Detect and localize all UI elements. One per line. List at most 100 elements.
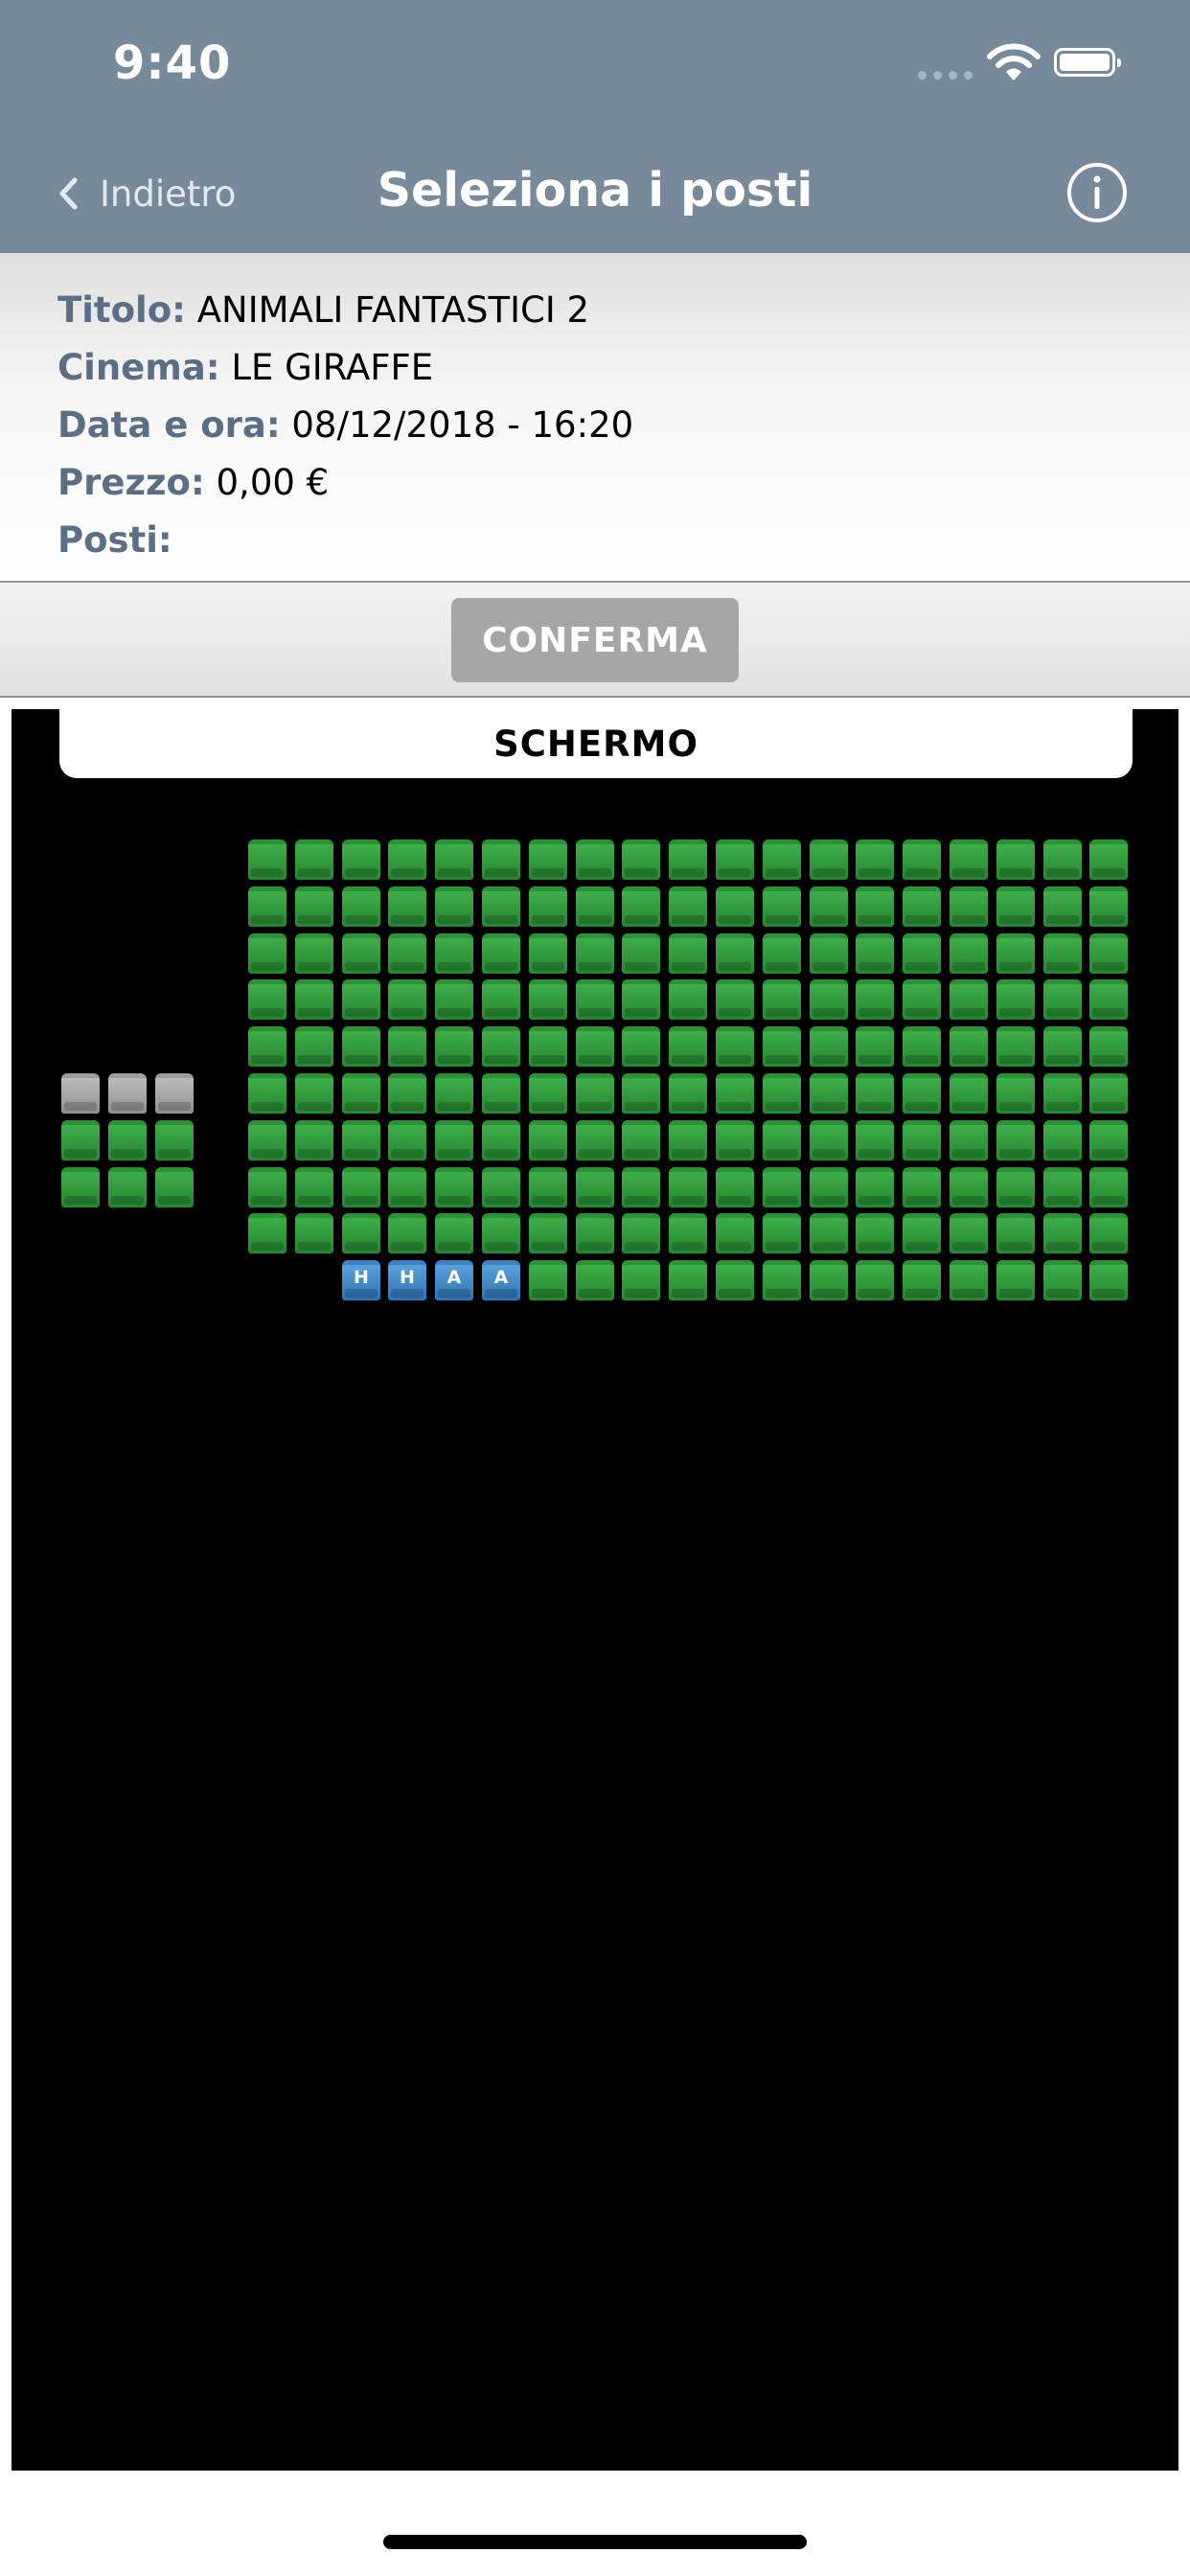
seat-main-4-9[interactable] [622,979,660,1020]
seat-main-7-16[interactable] [950,1120,988,1161]
seat-main-4-10[interactable] [669,979,707,1020]
seat-main-2-10[interactable] [669,886,707,927]
seat-main-3-9[interactable] [622,933,660,974]
seat-main-1-13[interactable] [810,840,848,880]
seat-main-3-11[interactable] [716,933,754,974]
seat-main-3-16[interactable] [950,933,988,974]
seat-main-10-4[interactable]: H [388,1260,426,1300]
seat-main-3-3[interactable] [342,933,380,974]
seat-main-7-4[interactable] [388,1120,426,1161]
seat-main-10-12[interactable] [763,1260,801,1300]
seat-main-4-17[interactable] [996,979,1035,1020]
seat-main-7-7[interactable] [529,1120,567,1161]
seat-main-3-12[interactable] [763,933,801,974]
seat-main-3-17[interactable] [996,933,1035,974]
seat-main-8-17[interactable] [996,1167,1035,1208]
seat-main-2-11[interactable] [716,886,754,927]
seat-main-3-7[interactable] [529,933,567,974]
seat-main-1-16[interactable] [950,840,988,880]
seat-main-3-15[interactable] [903,933,941,974]
seat-main-9-1[interactable] [248,1213,286,1254]
seat-main-1-3[interactable] [342,840,380,880]
seat-main-8-15[interactable] [903,1167,941,1208]
seat-main-8-9[interactable] [622,1167,660,1208]
seat-main-3-14[interactable] [856,933,894,974]
seat-main-7-15[interactable] [903,1120,941,1161]
seat-main-2-19[interactable] [1089,886,1128,927]
seat-main-9-6[interactable] [482,1213,520,1254]
seat-main-4-11[interactable] [716,979,754,1020]
seat-main-3-19[interactable] [1089,933,1128,974]
seat-main-2-5[interactable] [435,886,473,927]
seat-main-10-8[interactable] [576,1260,614,1300]
seat-main-2-7[interactable] [529,886,567,927]
seat-main-10-18[interactable] [1043,1260,1082,1300]
seat-main-4-8[interactable] [576,979,614,1020]
seat-main-1-9[interactable] [622,840,660,880]
seat-main-6-16[interactable] [950,1073,988,1114]
seat-main-9-9[interactable] [622,1213,660,1254]
seat-main-1-6[interactable] [482,840,520,880]
seat-main-9-17[interactable] [996,1213,1035,1254]
seat-main-10-6[interactable]: A [482,1260,520,1300]
seat-main-10-15[interactable] [903,1260,941,1300]
seat-main-3-10[interactable] [669,933,707,974]
seat-main-8-6[interactable] [482,1167,520,1208]
seat-main-5-18[interactable] [1043,1026,1082,1067]
seat-main-7-14[interactable] [856,1120,894,1161]
seat-main-1-5[interactable] [435,840,473,880]
seat-main-9-12[interactable] [763,1213,801,1254]
seat-main-9-3[interactable] [342,1213,380,1254]
seat-main-9-11[interactable] [716,1213,754,1254]
seat-main-2-12[interactable] [763,886,801,927]
seat-main-5-13[interactable] [810,1026,848,1067]
seat-main-8-10[interactable] [669,1167,707,1208]
seat-main-6-6[interactable] [482,1073,520,1114]
seat-main-8-12[interactable] [763,1167,801,1208]
seat-main-7-19[interactable] [1089,1120,1128,1161]
seat-main-1-14[interactable] [856,840,894,880]
seat-main-8-3[interactable] [342,1167,380,1208]
seat-main-6-2[interactable] [295,1073,333,1114]
seat-main-6-13[interactable] [810,1073,848,1114]
seat-main-8-14[interactable] [856,1167,894,1208]
seat-main-1-10[interactable] [669,840,707,880]
seat-main-2-15[interactable] [903,886,941,927]
home-indicator[interactable] [383,2535,807,2549]
seat-main-7-18[interactable] [1043,1120,1082,1161]
seat-main-7-5[interactable] [435,1120,473,1161]
seat-main-4-14[interactable] [856,979,894,1020]
seat-main-8-13[interactable] [810,1167,848,1208]
seat-main-7-3[interactable] [342,1120,380,1161]
seat-main-9-5[interactable] [435,1213,473,1254]
seat-main-1-7[interactable] [529,840,567,880]
seat-main-3-1[interactable] [248,933,286,974]
seat-main-5-12[interactable] [763,1026,801,1067]
seat-main-8-8[interactable] [576,1167,614,1208]
seat-main-2-14[interactable] [856,886,894,927]
seat-main-9-2[interactable] [295,1213,333,1254]
seat-main-6-11[interactable] [716,1073,754,1114]
seat-main-3-13[interactable] [810,933,848,974]
seat-main-4-15[interactable] [903,979,941,1020]
seat-main-5-10[interactable] [669,1026,707,1067]
seat-main-7-9[interactable] [622,1120,660,1161]
seat-main-8-19[interactable] [1089,1167,1128,1208]
seat-main-10-7[interactable] [529,1260,567,1300]
seat-main-1-1[interactable] [248,840,286,880]
seat-main-4-2[interactable] [295,979,333,1020]
seat-main-6-3[interactable] [342,1073,380,1114]
seat-main-7-17[interactable] [996,1120,1035,1161]
seat-main-6-18[interactable] [1043,1073,1082,1114]
seat-main-1-8[interactable] [576,840,614,880]
seat-main-1-17[interactable] [996,840,1035,880]
seat-main-2-2[interactable] [295,886,333,927]
seat-main-1-11[interactable] [716,840,754,880]
seat-left-3-1[interactable] [61,1167,100,1208]
seat-main-2-16[interactable] [950,886,988,927]
seat-main-3-6[interactable] [482,933,520,974]
seat-main-5-2[interactable] [295,1026,333,1067]
seat-main-9-7[interactable] [529,1213,567,1254]
seat-main-8-7[interactable] [529,1167,567,1208]
seat-main-7-1[interactable] [248,1120,286,1161]
